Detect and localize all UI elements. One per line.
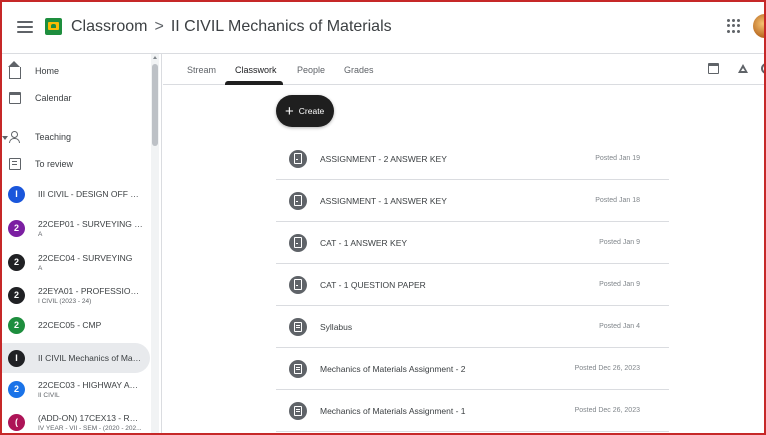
calendar-icon[interactable] [708, 63, 719, 74]
tab-grades[interactable]: Grades [344, 54, 374, 85]
classwork-item[interactable]: CAT - 1 ANSWER KEY Posted Jan 9 [276, 222, 669, 264]
classwork-item[interactable]: ASSIGNMENT - 2 ANSWER KEY Posted Jan 19 [276, 138, 669, 180]
sidebar-item-teaching[interactable]: Teaching [0, 128, 150, 146]
material-icon [289, 317, 307, 336]
sidebar-course-item[interactable]: I III CIVIL - DESIGN OFF STE... [0, 179, 150, 209]
item-date: Posted Dec 26, 2023 [574, 407, 640, 414]
sidebar-item-home[interactable]: Home [0, 61, 150, 80]
course-name: (ADD-ON) 17CEX13 - REPA... [38, 412, 143, 423]
item-title: CAT - 1 QUESTION PAPER [320, 279, 426, 290]
plus-icon: + [285, 102, 294, 120]
course-name: II CIVIL Mechanics of Mate... [38, 353, 143, 363]
course-section: I CIVIL (2023 - 24) [38, 297, 92, 305]
create-button[interactable]: + Create [276, 95, 334, 127]
course-name: 22CEC04 - SURVEYING [38, 252, 133, 263]
classwork-item[interactable]: Syllabus Posted Jan 4 [276, 306, 669, 348]
course-name: 22EYA01 - PROFESSIONAL ... [38, 285, 143, 296]
apps-grid-icon[interactable] [727, 19, 741, 33]
course-tabs: Stream Classwork People Grades [163, 54, 766, 85]
course-section: A [38, 230, 43, 238]
sidebar-item-to-review[interactable]: To review [0, 155, 150, 173]
classroom-logo-icon[interactable] [45, 18, 62, 35]
course-badge: 2 [8, 380, 25, 398]
sidebar: Home Calendar Teaching To review I III C… [0, 54, 162, 435]
course-badge: I [8, 185, 25, 203]
sidebar-course-item[interactable]: ( (ADD-ON) 17CEX13 - REPA... IV YEAR - V… [0, 407, 150, 435]
material-icon [289, 359, 307, 378]
calendar-icon [9, 92, 21, 104]
course-badge: 2 [8, 286, 25, 304]
gear-icon[interactable] [761, 63, 766, 74]
sidebar-course-item[interactable]: 2 22CEP01 - SURVEYING LA... A [0, 213, 150, 243]
sidebar-course-item[interactable]: 2 22CEC05 - CMP [0, 310, 150, 340]
tab-people[interactable]: People [297, 54, 325, 85]
item-date: Posted Dec 26, 2023 [574, 365, 640, 372]
sidebar-item-label: Home [35, 66, 60, 76]
course-badge: ( [8, 413, 25, 431]
scroll-up-arrow-icon[interactable] [153, 56, 157, 59]
sidebar-course-item[interactable]: 2 22CEC03 - HIGHWAY AND... II CIVIL [0, 374, 150, 404]
sidebar-item-calendar[interactable]: Calendar [0, 89, 150, 107]
course-name: III CIVIL - DESIGN OFF STE... [38, 189, 143, 199]
course-section: II CIVIL [38, 391, 60, 399]
course-badge: 2 [8, 219, 25, 237]
item-date: Posted Jan 9 [599, 239, 640, 246]
create-button-label: Create [298, 106, 325, 116]
course-badge: 2 [8, 253, 25, 271]
assignment-icon [289, 149, 307, 168]
course-title: II CIVIL Mechanics of Materials [170, 17, 392, 35]
material-icon [289, 401, 307, 420]
sidebar-course-item-active[interactable]: I II CIVIL Mechanics of Mate... [0, 343, 150, 373]
item-title: Mechanics of Materials Assignment - 1 [320, 405, 466, 416]
classwork-item[interactable]: Mechanics of Materials Assignment - 1 Po… [276, 390, 669, 432]
sidebar-item-label: Calendar [35, 93, 72, 103]
course-badge: I [8, 349, 25, 367]
course-name: 22CEP01 - SURVEYING LA... [38, 218, 143, 229]
hamburger-menu-icon[interactable] [17, 20, 33, 33]
expand-caret-icon[interactable] [2, 136, 8, 140]
assignment-icon [289, 191, 307, 210]
classwork-item[interactable]: ASSIGNMENT - 1 ANSWER KEY Posted Jan 18 [276, 180, 669, 222]
sidebar-course-item[interactable]: 2 22EYA01 - PROFESSIONAL ... I CIVIL (20… [0, 280, 150, 310]
breadcrumb-separator: > [154, 17, 164, 35]
course-name: 22CEC05 - CMP [38, 320, 102, 330]
classwork-item[interactable]: Mechanics of Materials Assignment - 2 Po… [276, 348, 669, 390]
tab-stream[interactable]: Stream [187, 54, 216, 85]
item-title: ASSIGNMENT - 1 ANSWER KEY [320, 195, 447, 206]
course-name: 22CEC03 - HIGHWAY AND... [38, 379, 143, 390]
people-icon [9, 131, 21, 143]
item-title: ASSIGNMENT - 2 ANSWER KEY [320, 153, 447, 164]
item-title: Mechanics of Materials Assignment - 2 [320, 363, 466, 374]
course-badge: 2 [8, 316, 25, 334]
item-date: Posted Jan 18 [595, 197, 640, 204]
avatar[interactable] [753, 14, 766, 38]
item-title: Syllabus [320, 321, 353, 332]
item-date: Posted Jan 9 [599, 281, 640, 288]
sidebar-course-item[interactable]: 2 22CEC04 - SURVEYING A [0, 247, 150, 277]
app-name[interactable]: Classroom [71, 18, 147, 36]
item-date: Posted Jan 4 [599, 323, 640, 330]
course-section: A [38, 264, 43, 272]
sidebar-item-label: Teaching [35, 132, 72, 142]
classwork-item[interactable]: CAT - 1 QUESTION PAPER Posted Jan 9 [276, 264, 669, 306]
sidebar-scrollbar-thumb[interactable] [152, 64, 158, 146]
home-icon [8, 61, 21, 79]
course-section: IV YEAR - VII - SEM - (2020 - 202... [38, 424, 142, 432]
assignment-icon [289, 275, 307, 294]
drive-icon[interactable] [738, 63, 749, 74]
active-tab-indicator [225, 81, 283, 85]
assignment-icon [289, 233, 307, 252]
sidebar-item-label: To review [35, 159, 74, 169]
to-review-icon [9, 158, 21, 170]
item-title: CAT - 1 ANSWER KEY [320, 237, 408, 248]
app-header: Classroom > II CIVIL Mechanics of Materi… [0, 0, 766, 54]
item-date: Posted Jan 19 [595, 155, 640, 162]
